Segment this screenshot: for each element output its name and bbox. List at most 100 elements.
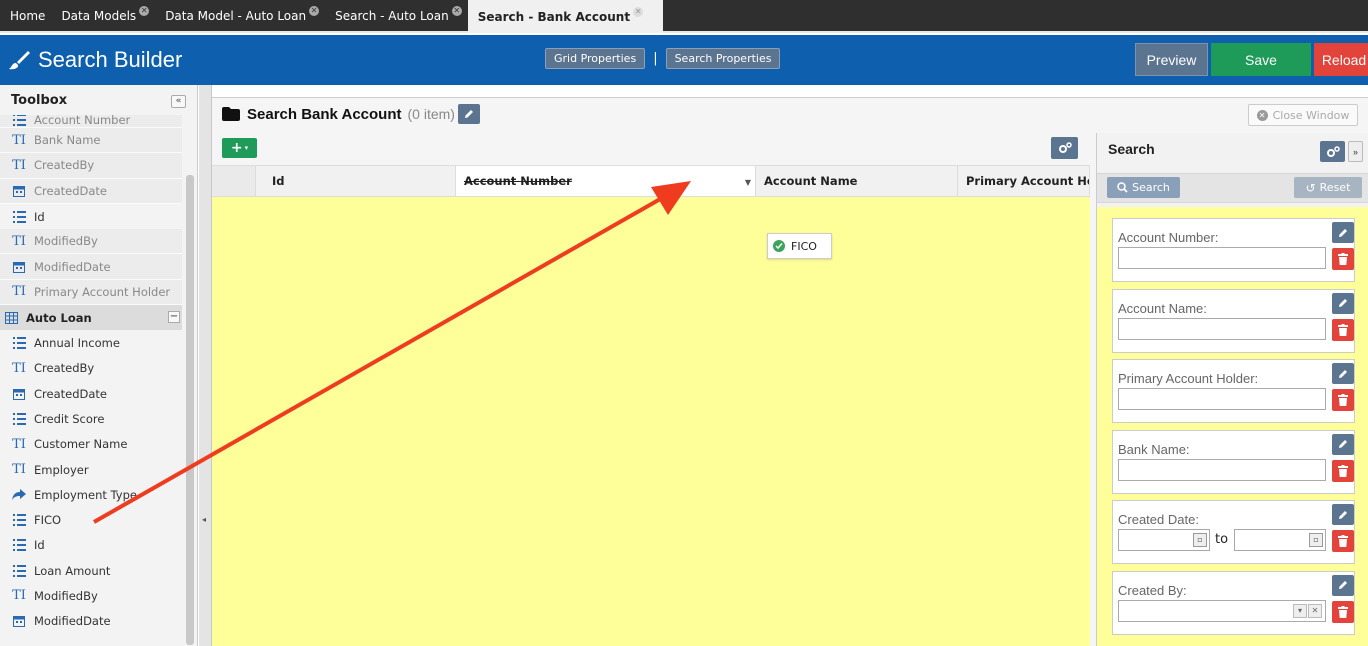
- tab-home[interactable]: Home: [0, 0, 51, 31]
- reload-button[interactable]: Reload: [1314, 43, 1368, 76]
- calendar-icon: [12, 387, 26, 401]
- tab-data-models[interactable]: Data Models ✕: [51, 0, 155, 31]
- field-label: Created By:: [1118, 582, 1187, 598]
- text-icon: TI: [12, 284, 26, 300]
- date-to-input[interactable]: ▫: [1234, 529, 1326, 551]
- magnifier-icon: [1117, 182, 1128, 193]
- edit-field-icon[interactable]: [1332, 504, 1354, 525]
- calendar-icon[interactable]: ▫: [1309, 533, 1323, 547]
- toolbox-item-modifiedby[interactable]: TI ModifiedBy: [0, 583, 182, 608]
- search-button[interactable]: Search: [1107, 177, 1180, 198]
- column-menu-icon[interactable]: ▼: [745, 178, 751, 187]
- clear-icon[interactable]: ✕: [1308, 603, 1322, 618]
- close-window-button[interactable]: ✕ Close Window: [1248, 104, 1358, 126]
- toolbox-item-modifiedby[interactable]: TI ModifiedBy: [0, 229, 182, 255]
- toolbox-item-label: Annual Income: [34, 336, 120, 351]
- field-input[interactable]: [1118, 458, 1326, 481]
- toolbox-item-createddate[interactable]: CreatedDate: [0, 381, 182, 406]
- delete-field-icon[interactable]: [1332, 389, 1354, 411]
- tab-search-bank-account[interactable]: Search - Bank Account ✕: [467, 0, 664, 33]
- reset-button[interactable]: ↺ Reset: [1294, 177, 1362, 198]
- tab-data-model-auto-loan[interactable]: Data Model - Auto Loan ✕: [155, 0, 325, 31]
- add-column-button[interactable]: + ▾: [222, 138, 257, 158]
- toolbox-item-bank-name[interactable]: TI Bank Name: [0, 128, 182, 154]
- field-input[interactable]: [1118, 247, 1326, 269]
- expand-panel-icon[interactable]: »: [1348, 141, 1363, 162]
- delete-field-icon[interactable]: [1332, 318, 1354, 341]
- search-field-created-date: Created Date: ▫ to ▫: [1112, 500, 1355, 564]
- collapse-toolbox-icon[interactable]: «: [171, 95, 186, 108]
- preview-button[interactable]: Preview: [1135, 43, 1208, 76]
- grid-body[interactable]: [212, 197, 1090, 646]
- toolbox-item-employer[interactable]: TI Employer: [0, 457, 182, 482]
- table-icon: [4, 311, 18, 325]
- grid-header: Id Account Number ▼ Account Name Primary …: [212, 165, 1090, 197]
- edit-field-icon[interactable]: [1332, 433, 1354, 455]
- tab-search-auto-loan[interactable]: Search - Auto Loan ✕: [325, 0, 468, 31]
- grid-settings-icon[interactable]: [1051, 137, 1078, 159]
- edit-field-icon[interactable]: [1332, 574, 1354, 596]
- item-count: (0 item): [407, 106, 455, 122]
- toolbox-item-annual-income[interactable]: Annual Income: [0, 330, 182, 355]
- app-title: Search Builder: [8, 47, 182, 73]
- toolbox-item-label: CreatedBy: [34, 158, 95, 173]
- search-settings-icon[interactable]: [1320, 141, 1345, 162]
- close-tab-icon[interactable]: ✕: [309, 5, 320, 16]
- search-properties-button[interactable]: Search Properties: [665, 48, 781, 69]
- toolbox-title: Toolbox: [11, 92, 68, 108]
- text-icon: TI: [12, 588, 26, 604]
- edit-title-icon[interactable]: [457, 104, 480, 124]
- close-tab-icon[interactable]: ✕: [451, 5, 462, 16]
- toolbox-item-modifieddate[interactable]: ModifiedDate: [0, 609, 182, 634]
- toolbox-item-credit-score[interactable]: Credit Score: [0, 406, 182, 431]
- toolbox-item-fico[interactable]: FICO: [0, 507, 182, 532]
- toolbox-item-createddate[interactable]: CreatedDate: [0, 178, 182, 204]
- toolbox-item-label: FICO: [34, 513, 62, 528]
- delete-field-icon[interactable]: [1332, 459, 1354, 482]
- toolbox-item-employment-type[interactable]: Employment Type: [0, 482, 182, 507]
- column-header-account-number[interactable]: Account Number ▼: [456, 166, 756, 196]
- created-by-select[interactable]: ▾ ✕: [1118, 599, 1326, 622]
- toolbox-item-modifieddate[interactable]: ModifiedDate: [0, 254, 182, 280]
- toolbox-scrollbar[interactable]: [186, 175, 194, 645]
- edit-field-icon[interactable]: [1332, 363, 1354, 384]
- toolbox-item-account-number[interactable]: Account Number: [0, 115, 182, 128]
- toolbox-item-label: CreatedBy: [34, 361, 95, 376]
- date-from-input[interactable]: ▫: [1118, 529, 1210, 551]
- save-button[interactable]: Save: [1211, 43, 1311, 76]
- grid-properties-button[interactable]: Grid Properties: [545, 48, 646, 69]
- column-header-id[interactable]: Id: [256, 166, 456, 196]
- splitter-handle-icon[interactable]: ◂: [202, 515, 206, 524]
- toolbox-item-createdby[interactable]: TI CreatedBy: [0, 153, 182, 179]
- delete-field-icon[interactable]: [1332, 248, 1354, 270]
- collapse-group-icon[interactable]: −: [168, 311, 180, 324]
- column-header-account-name[interactable]: Account Name: [756, 166, 958, 196]
- close-tab-icon[interactable]: ✕: [633, 6, 644, 17]
- toolbox-item-createdby[interactable]: TI CreatedBy: [0, 356, 182, 381]
- toolbox-item-label: CreatedDate: [34, 183, 107, 198]
- toolbox-item-loan-amount[interactable]: Loan Amount: [0, 558, 182, 583]
- edit-field-icon[interactable]: [1332, 222, 1354, 243]
- calendar-icon[interactable]: ▫: [1193, 533, 1207, 547]
- toolbox-item-customer-name[interactable]: TI Customer Name: [0, 432, 182, 457]
- column-header-primary-account-holder[interactable]: Primary Account Ho: [958, 166, 1090, 196]
- toolbox-item-id[interactable]: Id: [0, 204, 182, 229]
- tab-label: Search - Bank Account: [477, 9, 631, 24]
- search-field-bank-name: Bank Name:: [1112, 429, 1355, 494]
- field-input[interactable]: [1118, 317, 1326, 340]
- toolbox-item-id[interactable]: Id: [0, 533, 182, 558]
- edit-field-icon[interactable]: [1332, 292, 1354, 314]
- field-label: Account Number:: [1118, 230, 1219, 245]
- toolbox-item-primary-account-holder[interactable]: TI Primary Account Holder: [0, 279, 182, 306]
- toolbox-item-label: Id: [34, 209, 45, 224]
- delete-field-icon[interactable]: [1332, 600, 1354, 623]
- toolbox-item-label: Primary Account Holder: [34, 284, 171, 299]
- delete-field-icon[interactable]: [1332, 530, 1354, 552]
- drag-field-label: FICO: [791, 239, 817, 253]
- close-tab-icon[interactable]: ✕: [139, 5, 150, 16]
- field-input[interactable]: [1118, 388, 1326, 410]
- chevron-down-icon[interactable]: ▾: [1293, 603, 1307, 618]
- panel-splitter[interactable]: ◂: [199, 85, 212, 646]
- toolbox-item-label: Credit Score: [34, 411, 105, 426]
- toolbox-group-auto-loan[interactable]: Auto Loan −: [0, 305, 182, 331]
